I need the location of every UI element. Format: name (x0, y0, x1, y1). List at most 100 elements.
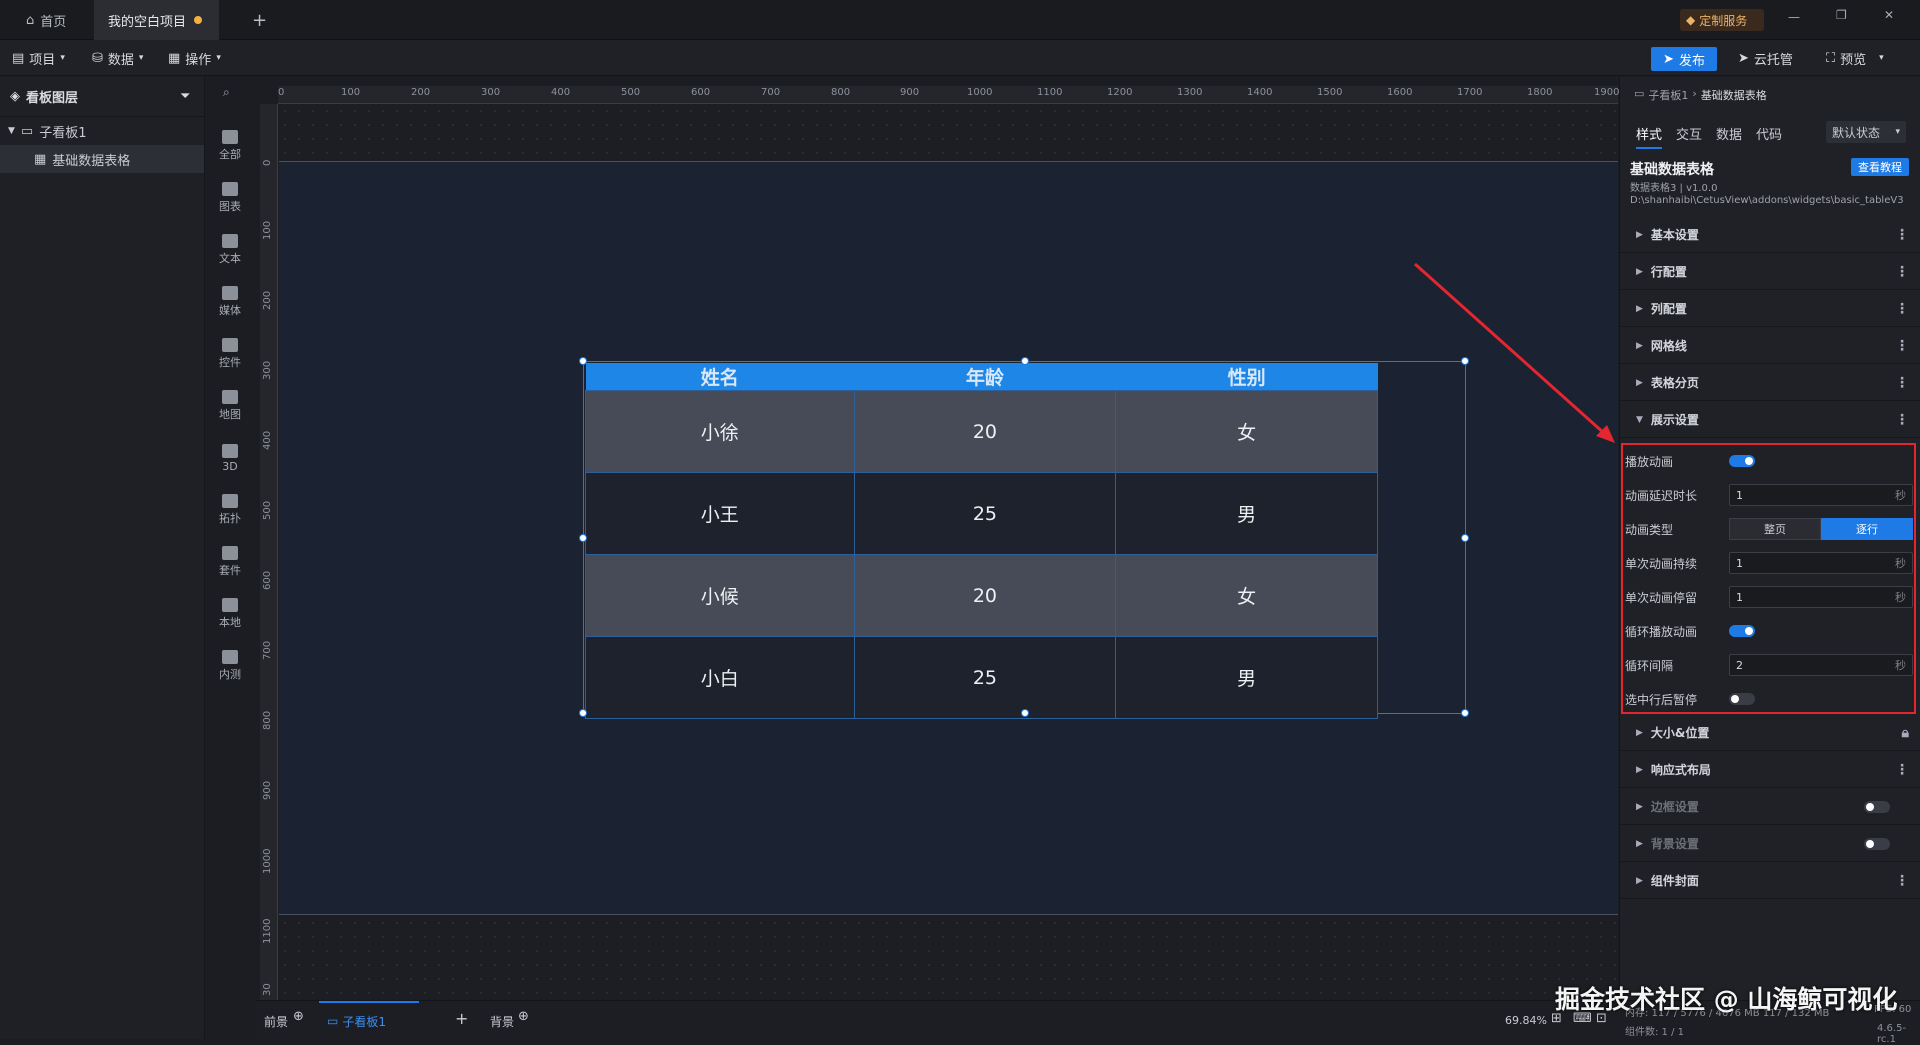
tab-project[interactable]: 我的空白项目 (94, 0, 219, 40)
section-row[interactable]: ▶ 行配置 ⋮ (1620, 254, 1920, 290)
ruler-tick: 600 (262, 570, 273, 590)
publish-button[interactable]: ➤ 发布 (1651, 47, 1717, 71)
ruler-tick: 500 (262, 500, 273, 520)
tab-code[interactable]: 代码 (1756, 124, 1782, 149)
section-label: 展示设置 (1650, 413, 1699, 427)
chevron-down-icon: ▾ (216, 53, 221, 63)
resize-handle[interactable] (1461, 709, 1469, 717)
more-icon[interactable]: ⋮ (1895, 762, 1909, 778)
toolbox-chart[interactable]: 图表 (205, 172, 255, 224)
background-toggle[interactable] (1864, 838, 1890, 850)
ruler-tick: 1200 (1107, 87, 1133, 98)
toolbox-control[interactable]: 控件 (205, 328, 255, 380)
caret-right-icon: ▶ (1636, 875, 1643, 886)
data-table[interactable]: 姓名 年龄 性别 小徐 20 女 小王 25 男 小候 20 女 小白 25 男 (585, 363, 1378, 719)
tree-item-board[interactable]: ▼ ▭ 子看板1 (0, 117, 204, 145)
section-label: 基本设置 (1650, 228, 1699, 242)
toolbox-text[interactable]: 文本 (205, 224, 255, 276)
section-display[interactable]: ▼ 展示设置 ⋮ (1620, 402, 1920, 438)
resize-handle[interactable] (579, 534, 587, 542)
resize-handle[interactable] (1461, 534, 1469, 542)
tutorial-button[interactable]: 查看教程 (1851, 158, 1909, 176)
layer-background[interactable]: 背景 (490, 1013, 514, 1030)
section-pagination[interactable]: ▶ 表格分页 ⋮ (1620, 365, 1920, 401)
new-tab-button[interactable]: + (238, 0, 281, 40)
table-row[interactable]: 小候 20 女 (585, 554, 1378, 637)
more-icon[interactable]: ⋮ (1895, 873, 1909, 889)
layers-title: 看板图层 (26, 91, 79, 106)
section-border[interactable]: ▶ 边框设置 (1620, 789, 1920, 825)
toolbox-beta[interactable]: 内测 (205, 640, 255, 692)
section-size-position[interactable]: ▶ 大小&位置 🔒︎ (1620, 715, 1920, 751)
more-icon[interactable]: ⋮ (1895, 338, 1909, 354)
tree-item-table[interactable]: ▦ 基础数据表格 (0, 145, 204, 173)
title-bar: ⌂ 首页 我的空白项目 + ◆ 定制服务 — ❐ ✕ (0, 0, 1920, 40)
toolbox-local[interactable]: 本地 (205, 588, 255, 640)
menu-operate[interactable]: ▦ 操作 ▾ (168, 40, 221, 76)
toolbox-map[interactable]: 地图 (205, 380, 255, 432)
table-cell: 小白 (585, 636, 855, 719)
close-button[interactable]: ✕ (1884, 8, 1894, 22)
toolbox-3d[interactable]: 3D (205, 432, 255, 484)
toolbox-topology[interactable]: 拓扑 (205, 484, 255, 536)
menu-data-label: 数据 (107, 52, 134, 68)
filter-icon[interactable]: ⏷ (180, 89, 190, 104)
more-icon[interactable]: ⋮ (1895, 375, 1909, 391)
zoom-level[interactable]: 69.84% (1505, 1014, 1547, 1027)
cloud-button[interactable]: ➤ 云托管 (1738, 40, 1793, 76)
ruler-tick: 1100 (1037, 87, 1063, 98)
widget-version: 数据表格3 | v1.0.0 (1630, 183, 1718, 194)
table-cell: 女 (1115, 554, 1378, 637)
layer-foreground[interactable]: 前景 (264, 1013, 288, 1030)
layers-icon: ◈ (10, 89, 20, 104)
tab-home[interactable]: ⌂ 首页 (12, 0, 80, 40)
section-label: 网格线 (1650, 339, 1687, 353)
tab-data[interactable]: 数据 (1716, 124, 1742, 149)
toolbox-label: 3D (222, 459, 238, 473)
menu-project[interactable]: ▤ 项目 ▾ (12, 40, 65, 76)
table-header-cell: 姓名 (585, 363, 855, 391)
add-board-button[interactable]: + (455, 1009, 468, 1028)
toolbox-media[interactable]: 媒体 (205, 276, 255, 328)
add-icon[interactable]: ⊕ (293, 1009, 304, 1024)
table-row[interactable]: 小白 25 男 (585, 636, 1378, 719)
tree-item-table-label: 基础数据表格 (52, 153, 131, 169)
resize-handle[interactable] (579, 709, 587, 717)
resize-handle[interactable] (579, 357, 587, 365)
board-tab[interactable]: ▭ 子看板1 (319, 1001, 419, 1039)
table-row[interactable]: 小王 25 男 (585, 472, 1378, 555)
tab-interaction[interactable]: 交互 (1676, 124, 1702, 149)
section-grid[interactable]: ▶ 网格线 ⋮ (1620, 328, 1920, 364)
more-icon[interactable]: ⋮ (1895, 264, 1909, 280)
section-column[interactable]: ▶ 列配置 ⋮ (1620, 291, 1920, 327)
map-icon (222, 390, 238, 404)
publish-label: 发布 (1678, 53, 1705, 69)
ruler-tick: 1000 (967, 87, 993, 98)
more-icon[interactable]: ⋮ (1895, 412, 1909, 428)
section-background[interactable]: ▶ 背景设置 (1620, 826, 1920, 862)
state-select[interactable]: 默认状态 ▾ (1826, 121, 1906, 143)
toolbox-kit[interactable]: 套件 (205, 536, 255, 588)
custom-service-button[interactable]: ◆ 定制服务 (1680, 9, 1764, 31)
restore-button[interactable]: ❐ (1836, 8, 1847, 22)
preview-button[interactable]: ⛶ 预览 ▾ (1826, 40, 1884, 76)
more-icon[interactable]: ⋮ (1895, 301, 1909, 317)
widget-title: 基础数据表格 (1630, 162, 1714, 178)
search-icon[interactable]: ⌕ (223, 85, 230, 100)
resize-handle[interactable] (1021, 357, 1029, 365)
more-icon[interactable]: ⋮ (1895, 227, 1909, 243)
add-icon[interactable]: ⊕ (518, 1009, 529, 1024)
resize-handle[interactable] (1021, 709, 1029, 717)
table-row[interactable]: 小徐 20 女 (585, 390, 1378, 473)
lock-icon[interactable]: 🔒︎ (1902, 725, 1909, 741)
section-responsive[interactable]: ▶ 响应式布局 ⋮ (1620, 752, 1920, 788)
breadcrumb-parent[interactable]: 子看板1 (1648, 87, 1688, 103)
minimize-button[interactable]: — (1788, 10, 1800, 24)
table-widget[interactable]: 姓名 年龄 性别 小徐 20 女 小王 25 男 小候 20 女 小白 25 男 (579, 357, 1469, 719)
tab-style[interactable]: 样式 (1636, 124, 1663, 149)
border-toggle[interactable] (1864, 801, 1890, 813)
section-basic[interactable]: ▶ 基本设置 ⋮ (1620, 217, 1920, 253)
toolbox-all[interactable]: 全部 (205, 120, 255, 172)
section-cover[interactable]: ▶ 组件封面 ⋮ (1620, 863, 1920, 899)
menu-data[interactable]: ⛁ 数据 ▾ (92, 40, 143, 76)
